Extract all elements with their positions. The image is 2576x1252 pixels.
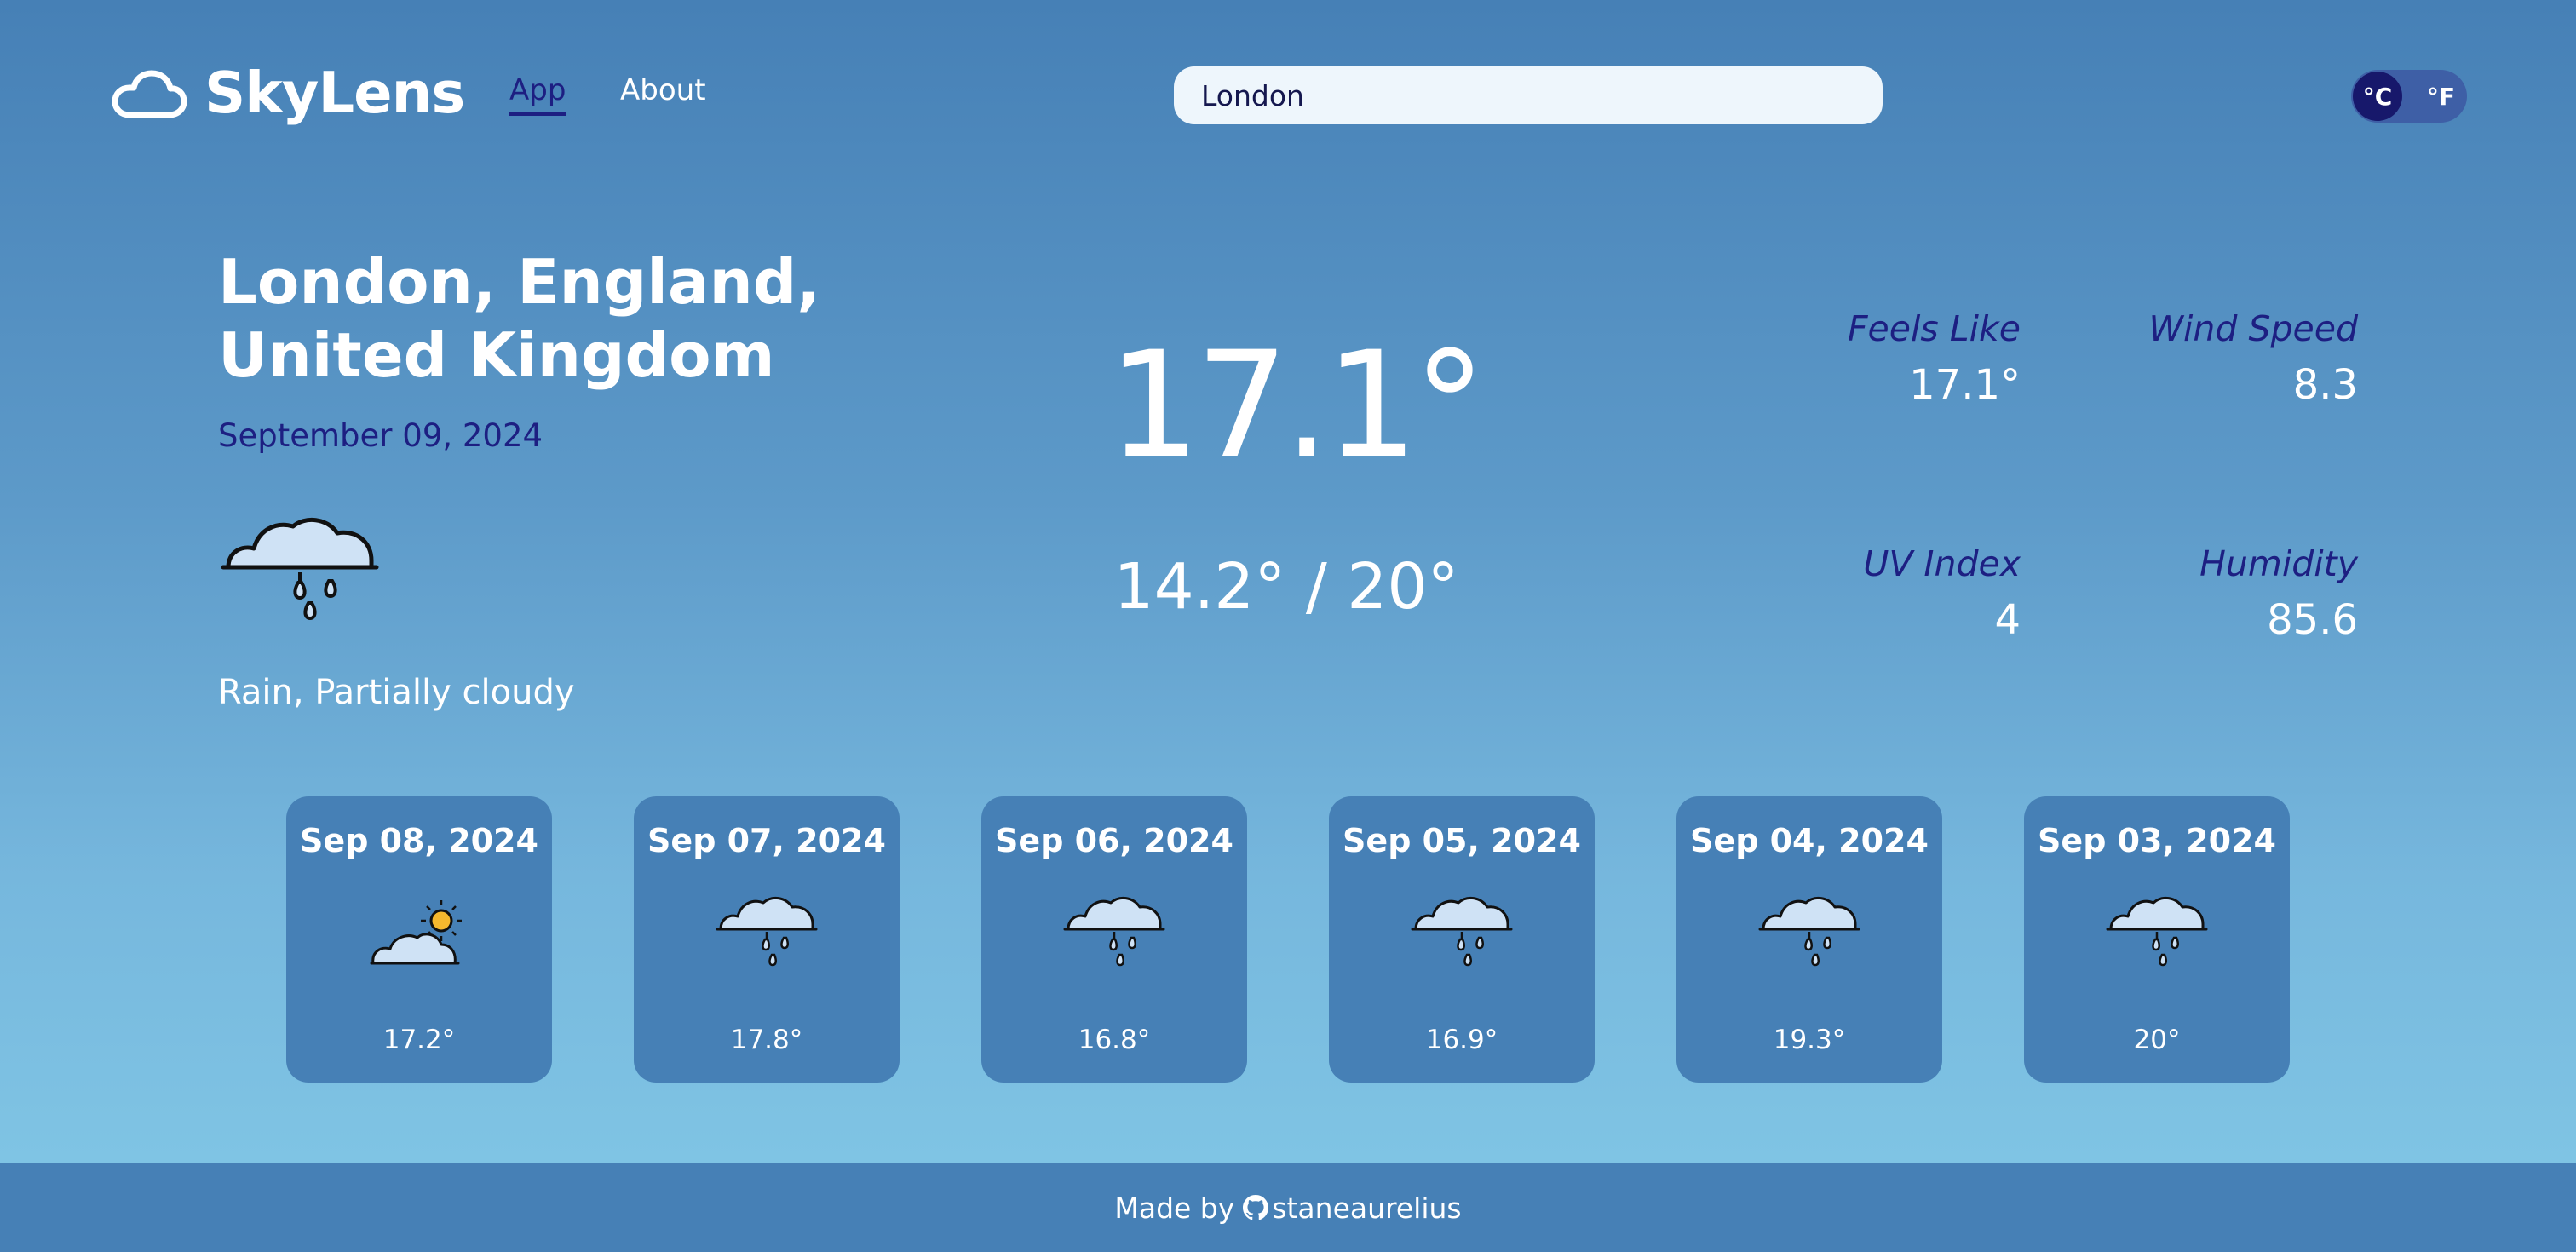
app-name: SkyLens bbox=[204, 60, 465, 126]
location-title: London, England, United Kingdom bbox=[218, 246, 820, 391]
forecast-date: Sep 06, 2024 bbox=[995, 822, 1233, 859]
forecast-card[interactable]: Sep 06, 2024 16.8° bbox=[981, 796, 1247, 1083]
stat-value: 85.6 bbox=[2267, 596, 2358, 644]
forecast-temp: 17.2° bbox=[382, 1025, 456, 1055]
forecast-temp: 16.9° bbox=[1425, 1025, 1498, 1055]
github-icon[interactable] bbox=[1243, 1195, 1269, 1220]
forecast-temp: 16.8° bbox=[1078, 1025, 1151, 1055]
forecast-date: Sep 04, 2024 bbox=[1690, 822, 1929, 859]
forecast-card[interactable]: Sep 05, 2024 16.9° bbox=[1329, 796, 1595, 1083]
unit-toggle[interactable]: °C °F bbox=[2351, 70, 2467, 123]
app-logo[interactable]: SkyLens bbox=[111, 60, 465, 126]
location-search-input[interactable] bbox=[1174, 66, 1883, 124]
stat-feels-like: Feels Like 17.1° bbox=[1748, 308, 2021, 409]
forecast-card[interactable]: Sep 03, 2024 20° bbox=[2024, 796, 2290, 1083]
footer-prefix: Made by bbox=[1114, 1191, 1235, 1225]
footer: Made by staneaurelius bbox=[0, 1163, 2576, 1252]
cloud-logo-icon bbox=[112, 70, 187, 118]
rain-cloud-icon bbox=[2106, 896, 2208, 967]
fahrenheit-option[interactable]: °F bbox=[2427, 70, 2455, 123]
stat-label: Humidity bbox=[2199, 543, 2358, 584]
partly-cloudy-icon bbox=[370, 900, 462, 965]
weather-condition: Rain, Partially cloudy bbox=[218, 673, 575, 712]
footer-author-link[interactable]: staneaurelius bbox=[1272, 1192, 1461, 1225]
stat-value: 17.1° bbox=[1909, 361, 2021, 409]
current-temperature: 17.1° bbox=[1107, 319, 1486, 491]
stat-value: 8.3 bbox=[2292, 361, 2358, 409]
nav-link-about[interactable]: About bbox=[620, 73, 706, 107]
forecast-card[interactable]: Sep 04, 2024 19.3° bbox=[1676, 796, 1942, 1083]
forecast-card[interactable]: Sep 07, 2024 17.8° bbox=[634, 796, 900, 1083]
forecast-temp: 19.3° bbox=[1773, 1025, 1846, 1055]
stat-label: Wind Speed bbox=[2148, 308, 2359, 349]
forecast-date: Sep 08, 2024 bbox=[300, 822, 538, 859]
celsius-option[interactable]: °C bbox=[2353, 72, 2402, 121]
nav-link-app[interactable]: App bbox=[509, 73, 566, 116]
stat-label: UV Index bbox=[1863, 543, 2021, 584]
stat-humidity: Humidity 85.6 bbox=[2085, 543, 2358, 644]
rain-cloud-icon bbox=[1063, 896, 1165, 967]
rain-cloud-icon bbox=[1758, 896, 1860, 967]
forecast-date: Sep 07, 2024 bbox=[647, 822, 886, 859]
stat-label: Feels Like bbox=[1847, 308, 2021, 349]
stat-value: 4 bbox=[1994, 596, 2021, 644]
forecast-date: Sep 03, 2024 bbox=[2038, 822, 2276, 859]
stat-wind-speed: Wind Speed 8.3 bbox=[2085, 308, 2359, 409]
stat-uv-index: UV Index 4 bbox=[1748, 543, 2021, 644]
forecast-date: Sep 05, 2024 bbox=[1343, 822, 1581, 859]
rain-cloud-icon bbox=[221, 517, 379, 621]
current-date: September 09, 2024 bbox=[218, 417, 543, 454]
temperature-range: 14.2° / 20° bbox=[1113, 550, 1459, 623]
forecast-temp: 20° bbox=[2133, 1025, 2181, 1055]
forecast-temp: 17.8° bbox=[730, 1025, 803, 1055]
forecast-card[interactable]: Sep 08, 2024 17.2° bbox=[286, 796, 552, 1083]
rain-cloud-icon bbox=[1411, 896, 1513, 967]
rain-cloud-icon bbox=[716, 896, 818, 967]
